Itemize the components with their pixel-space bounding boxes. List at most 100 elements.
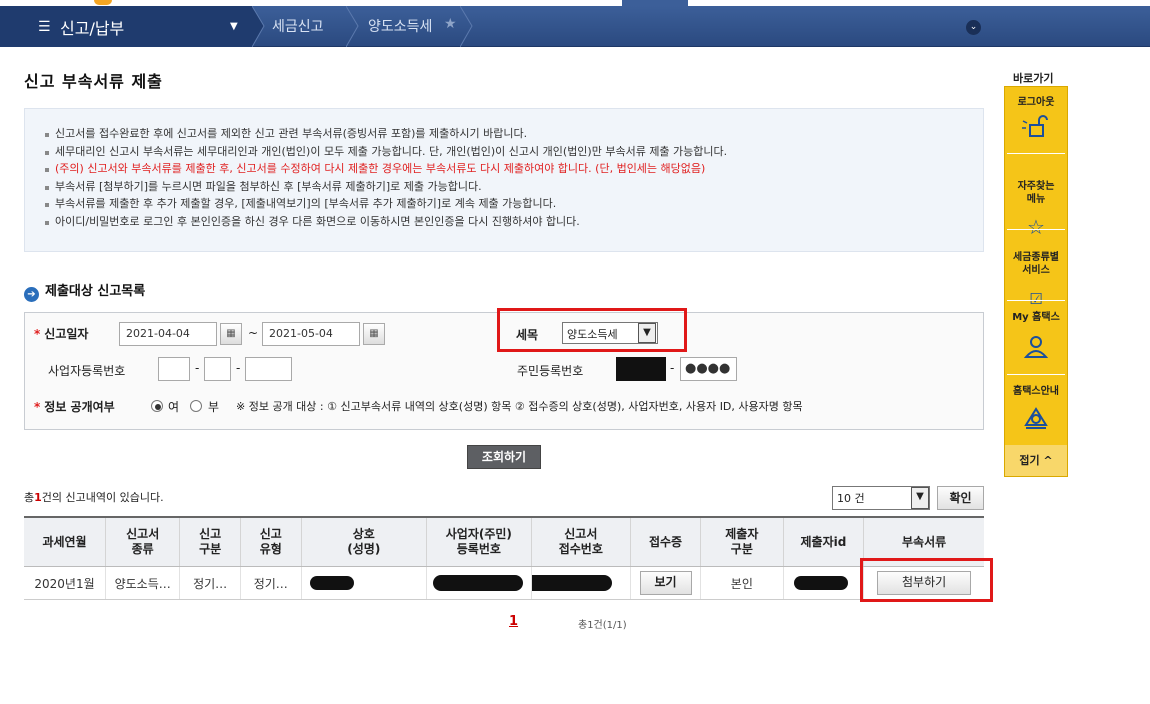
table-header-row: 과세연월 신고서 종류 신고 구분 신고 유형 상호 (성명) 사업자(주민) 등록번호 … [24,516,984,567]
section-title-text: 제출대상 신고목록 [45,284,146,299]
notice-item-warning: (주의) 신고서와 부속서류를 제출한 후, 신고서를 수정하여 다시 제출한 … [43,160,727,178]
disclosure-no-label: 부 [208,400,220,414]
date-from-input[interactable]: 2021-04-04 [119,322,217,346]
quick-item-guide[interactable]: 홈택스안내 [1005,385,1067,435]
disclosure-yes-label: 여 [168,400,180,414]
header-submitter-id: 제출자id [783,516,865,567]
arrow-circle-icon: ➔ [24,287,39,302]
header-receipt-no: 신고서 접수번호 [531,516,631,567]
expand-menu-icon[interactable]: ⌄ [966,20,981,35]
notice-item: 신고서를 접수완료한 후에 신고서를 제외한 신고 관련 부속서류(증빙서류 포… [43,125,727,143]
chevron-down-icon[interactable]: ▼ [638,323,656,343]
header-company-name: 상호 (성명) [301,516,428,567]
tax-item-label: 세목 [516,328,539,342]
date-range-tilde: ~ [248,326,259,340]
biz-no-label: 사업자등록번호 [48,364,126,378]
star-icon: ☆ [1027,215,1045,239]
breadcrumb-item-capital-gains[interactable]: 양도소득세 [368,16,432,36]
chevron-down-icon: ▼ [230,21,238,32]
header-submitter: 제출자 구분 [700,516,784,567]
quick-divider [1007,300,1065,301]
header-period: 과세연월 [24,516,107,567]
page-link-1[interactable]: 1 [509,614,518,629]
notice-item: 부속서류 [첨부하기]를 누르시면 파일을 첨부하신 후 [부속서류 제출하기]… [43,178,727,196]
quick-item-my-hometax[interactable]: My 홈택스 [1005,311,1067,363]
quick-item-label: 세금종류별 서비스 [1013,252,1059,276]
resident-no-input-2[interactable]: ●●●● [680,357,737,381]
report-table: 과세연월 신고서 종류 신고 구분 신고 유형 상호 (성명) 사업자(주민) 등록번호 … [24,516,984,600]
confirm-button[interactable]: 확인 [937,486,984,510]
date-to-input[interactable]: 2021-05-04 [262,322,360,346]
quick-item-tax-services[interactable]: 세금종류별 서비스 ☑ [1005,238,1067,319]
cell-company-name [301,566,428,600]
resident-no-label: 주민등록번호 [517,364,584,378]
biz-no-input-2[interactable] [204,357,231,381]
breadcrumb-item-tax-report[interactable]: 세금신고 [272,16,324,36]
unlock-icon [1022,115,1048,137]
cell-reg-no [426,566,532,600]
notice-box: 신고서를 접수완료한 후에 신고서를 제외한 신고 관련 부속서류(증빙서류 포… [24,108,984,252]
user-icon [1023,336,1049,358]
dash: - [195,361,200,375]
quick-item-label: 홈택스안내 [1013,386,1059,397]
cell-receipt-no [531,566,631,600]
section-title: ➔ 제출대상 신고목록 [24,280,145,302]
cell-form-type: 양도소득… [105,566,181,600]
logo-fragment [94,0,112,5]
hamburger-icon: ☰ [38,19,51,35]
notice-item: 세무대리인 신고시 부속서류는 세무대리인과 개인(법인)이 모두 제출 가능합… [43,143,727,161]
result-count: 총1건의 신고내역이 있습니다. [24,491,164,504]
header-report-type: 신고 유형 [240,516,302,567]
view-receipt-button[interactable]: 보기 [639,571,692,595]
header-reg-no: 사업자(주민) 등록번호 [426,516,532,567]
resident-no-input-1[interactable] [616,357,666,381]
highlight-box [860,558,993,602]
calendar-icon[interactable]: ▦ [220,323,242,345]
quick-item-label: My 홈택스 [1012,312,1060,323]
redacted-mask [531,575,612,591]
favorite-star-icon[interactable]: ★ [444,16,457,32]
biz-no-input-1[interactable] [158,357,190,381]
breadcrumb-separator [346,6,360,47]
disclosure-yes-radio[interactable] [151,400,163,412]
quick-menu: 로그아웃 자주찾는 메뉴 ☆ 세금종류별 서비스 ☑ My 홈택스 홈택스안내 … [1004,86,1068,477]
dash: - [670,361,675,375]
notice-item: 아이디/비밀번호로 로그인 후 본인인증을 하신 경우 다른 화면으로 이동하시… [43,213,727,231]
page-size-value: 10 건 [837,492,865,505]
main-menu-button[interactable]: ☰ 신고/납부 ▼ [0,6,252,47]
cell-receipt: 보기 [630,566,702,600]
redacted-mask [793,576,848,590]
redacted-mask [309,576,354,590]
notice-item: 부속서류를 제출한 후 추가 제출할 경우, [제출내역보기]의 [부속서류 추… [43,195,727,213]
breadcrumb-separator [460,6,474,47]
quick-item-label: 로그아웃 [1017,97,1055,108]
page-title: 신고 부속서류 제출 [24,72,163,91]
cell-submitter-id [783,566,865,600]
pager-info: 총1건(1/1) [578,620,627,631]
quick-divider [1007,153,1065,154]
search-button[interactable]: 조회하기 [467,445,541,469]
redacted-mask [433,575,524,591]
support-agent-icon [1024,407,1048,429]
disclosure-no-radio[interactable] [190,400,202,412]
disclosure-note: ※ 정보 공개 대상 : ① 신고부속서류 내역의 상호(성명) 항목 ② 접수… [236,400,803,413]
disclosure-label: * 정보 공개여부 [34,400,115,414]
quick-item-label: 자주찾는 메뉴 [1017,181,1055,205]
quick-item-favorites[interactable]: 자주찾는 메뉴 ☆ [1005,167,1067,247]
header-report-div: 신고 구분 [179,516,241,567]
table-row: 2020년1월 양도소득… 정기… 정기… 보기 본인 첨부하기 [24,566,984,600]
quick-item-logout[interactable]: 로그아웃 [1005,96,1067,145]
quick-divider [1007,229,1065,230]
chevron-down-icon[interactable]: ▼ [911,487,929,509]
collapse-quick-menu-button[interactable]: 접기 ^ [1005,445,1067,476]
date-label: * 신고일자 [34,327,89,341]
header-receipt: 접수증 [630,516,702,567]
biz-no-input-3[interactable] [245,357,292,381]
cell-period: 2020년1월 [24,566,107,600]
calendar-icon[interactable]: ▦ [363,323,385,345]
cell-report-type: 정기… [240,566,302,600]
dash: - [236,361,241,375]
header-form-type: 신고서 종류 [105,516,181,567]
breadcrumb-separator [252,6,266,47]
quick-menu-title: 바로가기 [1013,72,1054,85]
